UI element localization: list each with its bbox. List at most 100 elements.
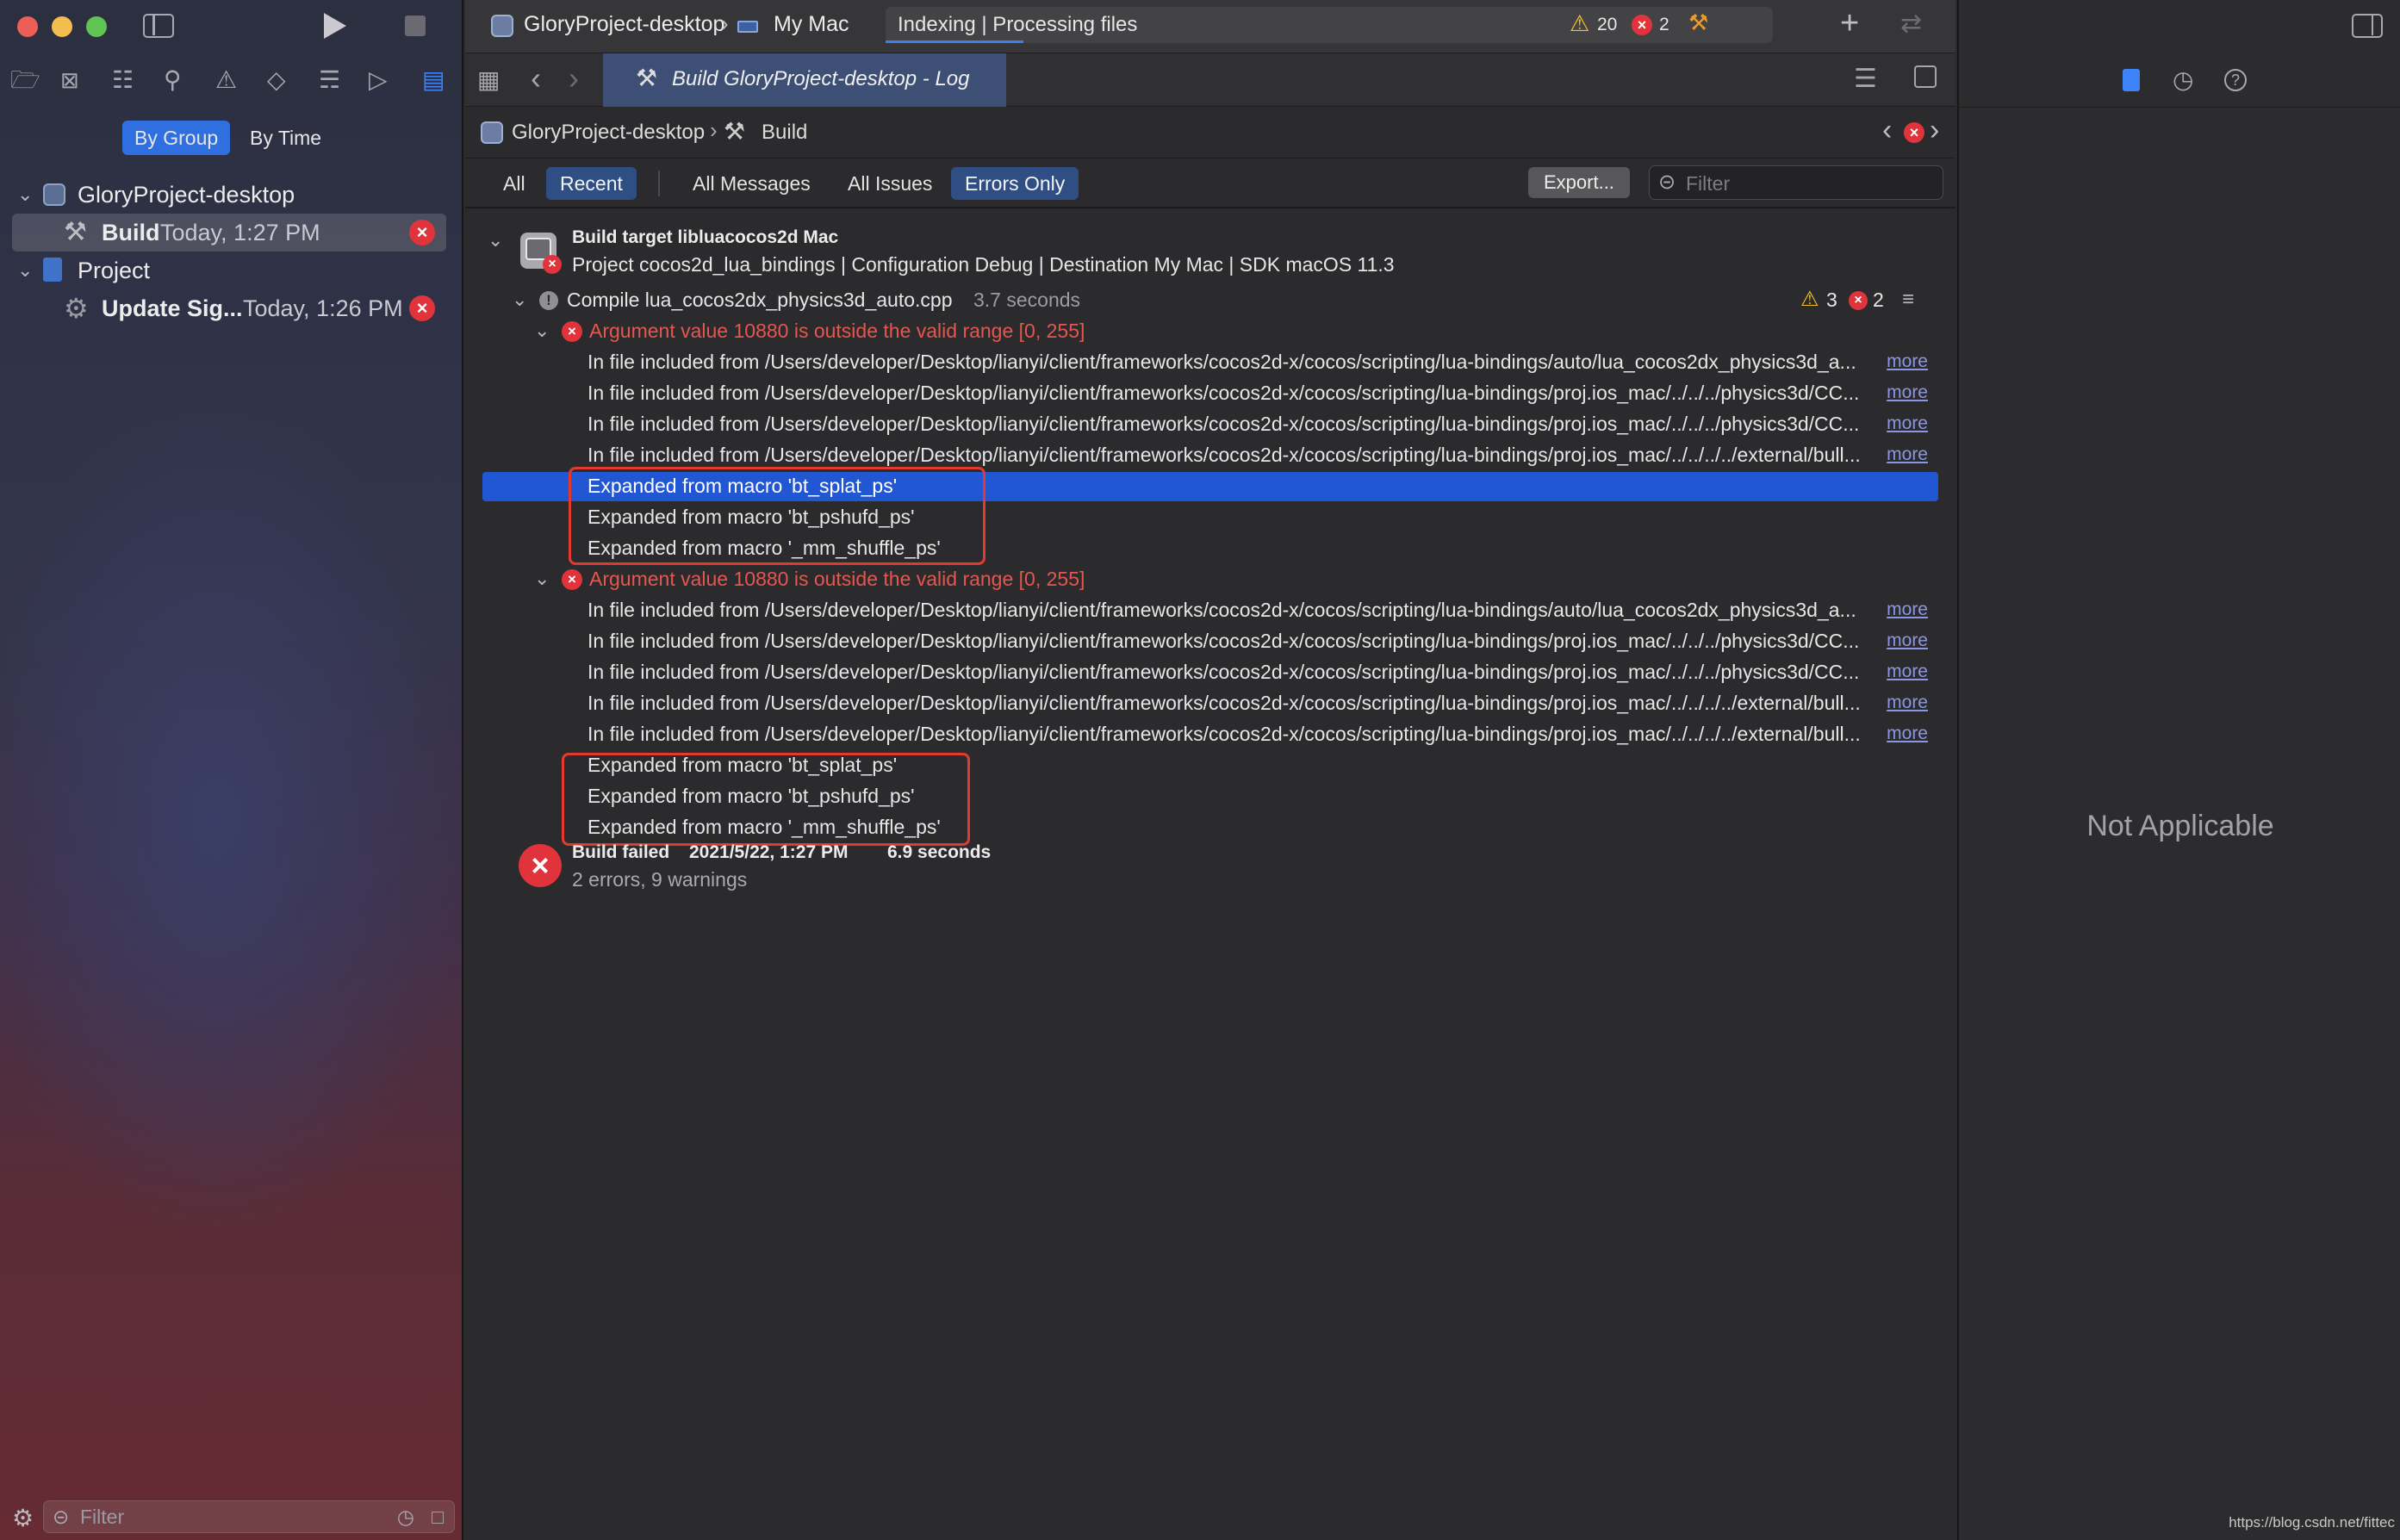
next-issue-icon[interactable]: › (1930, 114, 1939, 147)
export-button[interactable]: Export... (1528, 167, 1630, 198)
editor-options-icon[interactable]: ☰ (1854, 64, 1877, 94)
scope-errors-only[interactable]: Errors Only (951, 167, 1079, 200)
scope-all-messages[interactable]: All Messages (679, 167, 824, 200)
chevron-down-icon[interactable]: ⌄ (488, 229, 503, 251)
more-link[interactable]: more (1887, 377, 1928, 408)
progress-bar (886, 40, 1023, 43)
zoom-window-button[interactable] (86, 16, 107, 37)
navigator-filter-input[interactable]: ⊝ Filter ◷ □ (43, 1500, 455, 1533)
source-control-icon[interactable]: ⊠ (60, 67, 79, 93)
more-link[interactable]: more (1887, 439, 1928, 470)
settings-gear-icon[interactable]: ⚙ (12, 1504, 34, 1532)
more-link[interactable]: more (1887, 718, 1928, 749)
document-icon (43, 258, 62, 282)
include-path: In file included from /Users/developer/D… (588, 444, 1861, 466)
error-count[interactable]: 2 (1659, 15, 1669, 35)
include-row[interactable]: In file included from /Users/developer/D… (465, 594, 1955, 625)
more-link[interactable]: more (1887, 625, 1928, 656)
test-icon[interactable]: ◇ (267, 67, 286, 93)
tree-item-build[interactable]: ⚒ Build Today, 1:27 PM × (0, 214, 463, 251)
warning-icon: ⚠ (1800, 288, 1819, 311)
help-inspector-icon[interactable]: ? (2224, 69, 2247, 91)
chevron-down-icon[interactable]: ⌄ (534, 563, 550, 594)
scope-all-issues[interactable]: All Issues (834, 167, 946, 200)
more-link[interactable]: more (1887, 656, 1928, 687)
scope-recent[interactable]: Recent (546, 167, 637, 200)
error-row[interactable]: ⌄ × Argument value 10880 is outside the … (465, 563, 1955, 594)
issue-icon[interactable]: ⚠ (215, 67, 237, 93)
details-icon[interactable]: ≡ (1902, 284, 1914, 315)
more-link[interactable]: more (1887, 687, 1928, 718)
error-icon: × (562, 569, 582, 590)
doc-filter-icon[interactable]: □ (432, 1501, 444, 1532)
editor-area: GloryProject-desktop › My Mac Indexing |… (465, 0, 1955, 1540)
minimize-window-button[interactable] (52, 16, 72, 37)
sidebar-toggle-icon[interactable] (143, 14, 174, 38)
include-row[interactable]: In file included from /Users/developer/D… (465, 687, 1955, 718)
history-inspector-icon[interactable]: ◷ (2173, 65, 2193, 94)
navigator-panel: 🗁 ⊠ ☷ ⚲ ⚠ ◇ ☴ ▷ ▤ By Group By Time ⌄ Glo… (0, 0, 463, 1540)
hammer-icon[interactable]: ⚒ (1688, 9, 1708, 36)
chevron-down-icon[interactable]: ⌄ (17, 176, 33, 214)
previous-issue-icon[interactable]: ‹ (1882, 114, 1892, 147)
include-row[interactable]: In file included from /Users/developer/D… (465, 408, 1955, 439)
more-link[interactable]: more (1887, 408, 1928, 439)
inspector-panel: ◷ ? Not Applicable https://blog.csdn.net… (1957, 0, 2400, 1540)
breadcrumb-project[interactable]: GloryProject-desktop (512, 121, 705, 145)
more-link[interactable]: more (1887, 594, 1928, 625)
warning-icon[interactable]: ⚠ (1570, 10, 1589, 37)
chevron-down-icon[interactable]: ⌄ (17, 251, 33, 289)
tree-item-update-signing[interactable]: ⚙ Update Sig... Today, 1:26 PM × (0, 289, 463, 327)
grid-icon[interactable]: ▦ (477, 65, 500, 94)
compile-time: 3.7 seconds (973, 289, 1081, 311)
tab-build-log[interactable]: ⚒ Build GloryProject-desktop - Log (603, 53, 1006, 107)
scope-all[interactable]: All (489, 167, 539, 200)
compile-row[interactable]: ⌄ ! Compile lua_cocos2dx_physics3d_auto.… (465, 284, 1955, 315)
chevron-down-icon[interactable]: ⌄ (534, 315, 550, 346)
error-row[interactable]: ⌄ × Argument value 10880 is outside the … (465, 315, 1955, 346)
by-group-button[interactable]: By Group (122, 121, 231, 155)
include-row[interactable]: In file included from /Users/developer/D… (465, 346, 1955, 377)
log-filter-input[interactable]: ⊝ Filter (1649, 165, 1943, 200)
run-button[interactable] (324, 13, 346, 39)
include-row[interactable]: In file included from /Users/developer/D… (465, 625, 1955, 656)
inspector-toggle-icon[interactable] (2352, 14, 2383, 38)
report-icon[interactable]: ▤ (422, 67, 445, 93)
error-icon[interactable]: × (1632, 15, 1652, 35)
include-row[interactable]: In file included from /Users/developer/D… (465, 439, 1955, 470)
close-window-button[interactable] (17, 16, 38, 37)
clock-icon[interactable]: ◷ (397, 1501, 414, 1532)
filter-icon: ⊝ (53, 1506, 70, 1528)
folder-icon[interactable]: 🗁 (10, 67, 40, 93)
warning-count[interactable]: 20 (1597, 15, 1617, 35)
build-log: ⌄ × Build target libluacocos2d Mac Proje… (465, 208, 1955, 1540)
destination-selector[interactable]: My Mac (774, 12, 849, 37)
search-icon[interactable]: ⚲ (164, 67, 182, 93)
more-link[interactable]: more (1887, 346, 1928, 377)
scheme-selector[interactable]: GloryProject-desktop (524, 12, 724, 37)
breakpoint-icon[interactable]: ▷ (369, 67, 388, 93)
debug-icon[interactable]: ☴ (319, 67, 340, 93)
stop-button[interactable] (405, 16, 426, 36)
include-path: In file included from /Users/developer/D… (588, 413, 1860, 435)
tree-item-project-group[interactable]: ⌄ Project (0, 251, 463, 289)
include-row[interactable]: In file included from /Users/developer/D… (465, 377, 1955, 408)
symbol-icon[interactable]: ☷ (112, 67, 134, 93)
tree-item-project[interactable]: ⌄ GloryProject-desktop (0, 176, 463, 214)
back-arrow-icon[interactable]: ‹ (531, 60, 541, 96)
add-editor-icon[interactable] (1914, 65, 1937, 88)
include-row[interactable]: In file included from /Users/developer/D… (465, 718, 1955, 749)
chevron-down-icon[interactable]: ⌄ (512, 284, 527, 315)
add-icon[interactable]: + (1840, 5, 1859, 42)
breadcrumb-build[interactable]: Build (762, 121, 807, 145)
tree-item-time: Today, 1:26 PM (243, 295, 403, 321)
error-icon[interactable]: × (1904, 122, 1924, 143)
toolbar: GloryProject-desktop › My Mac Indexing |… (465, 0, 1955, 53)
file-inspector-icon[interactable] (2123, 69, 2140, 91)
error-icon: × (409, 220, 435, 245)
include-row[interactable]: In file included from /Users/developer/D… (465, 656, 1955, 687)
swap-arrows-icon[interactable]: ⇄ (1900, 9, 1922, 39)
by-time-button[interactable]: By Time (238, 121, 333, 155)
forward-arrow-icon[interactable]: › (569, 60, 579, 96)
activity-status-bar: Indexing | Processing files ⚠ 20 × 2 ⚒ (886, 7, 1773, 43)
